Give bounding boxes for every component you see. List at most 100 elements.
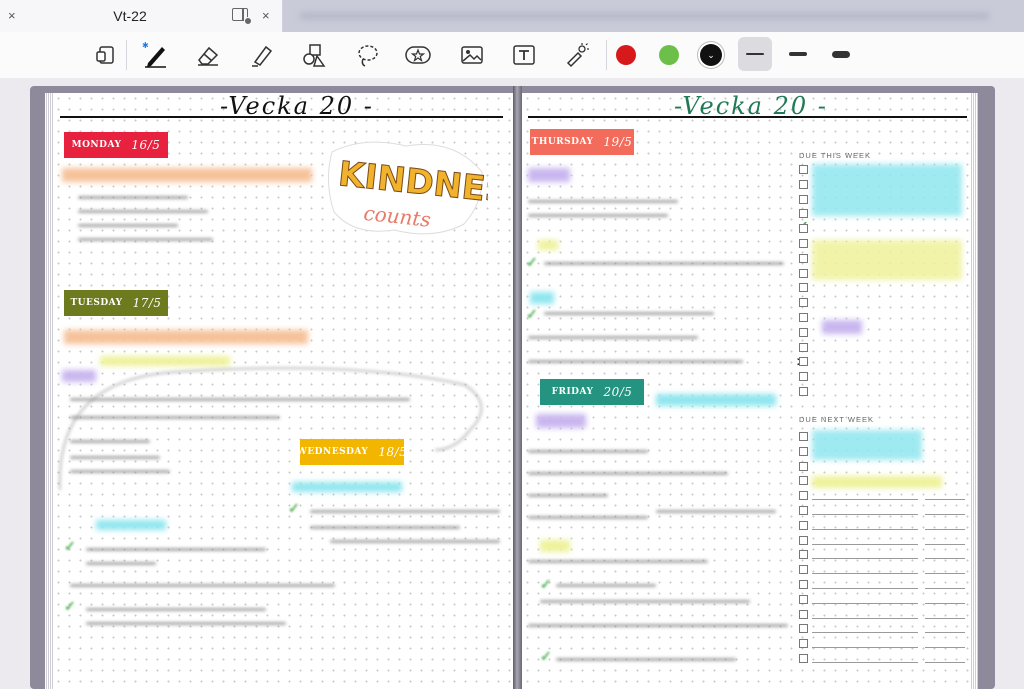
blurred-handwriting (78, 210, 208, 213)
blurred-handwriting (544, 262, 784, 265)
image-icon[interactable] (456, 39, 488, 71)
blurred-handwriting (528, 516, 648, 519)
heading-underline (60, 116, 503, 118)
blurred-highlight (812, 164, 962, 216)
blurred-handwriting (310, 510, 500, 513)
due-line (925, 573, 965, 574)
toolbar-divider (606, 40, 607, 70)
due-checkbox[interactable] (799, 165, 808, 174)
highlighter-icon[interactable] (246, 39, 278, 71)
pen-icon[interactable]: ✱ (140, 39, 172, 71)
due-this-week-title: DUE THIS WEEK (799, 151, 872, 160)
due-checkbox[interactable] (799, 491, 808, 500)
shapes-icon[interactable] (298, 39, 330, 71)
color-black-swatch-selected[interactable]: ⌄ (700, 44, 722, 66)
color-green-swatch[interactable] (659, 45, 679, 65)
check-mark-icon: ✓ (64, 538, 76, 554)
due-checkbox[interactable] (799, 283, 808, 292)
due-checkbox[interactable] (799, 506, 808, 515)
document-icon[interactable] (90, 39, 122, 71)
due-checkbox[interactable] (799, 550, 808, 559)
eraser-icon[interactable] (192, 39, 224, 71)
due-checkbox[interactable] (799, 476, 808, 485)
blurred-handwriting (556, 658, 736, 661)
text-icon[interactable] (508, 39, 540, 71)
due-line (812, 588, 918, 589)
day-label-tuesday: TUESDAY 17/5 (64, 290, 168, 316)
tab-close-icon[interactable]: × (262, 8, 270, 23)
due-checkbox[interactable] (799, 343, 808, 352)
due-checkbox[interactable] (799, 328, 808, 337)
due-checkbox[interactable] (799, 624, 808, 633)
blurred-highlight (536, 414, 586, 428)
lasso-icon[interactable] (352, 39, 384, 71)
due-checkbox[interactable] (799, 224, 808, 233)
laser-pointer-icon[interactable] (560, 39, 592, 71)
due-checkbox[interactable] (799, 209, 808, 218)
due-checkbox[interactable] (799, 521, 808, 530)
blurred-highlight (62, 168, 312, 182)
due-checkbox[interactable] (799, 313, 808, 322)
kindness-counts-sticker: KINDNESS counts (328, 141, 488, 235)
due-checkbox[interactable] (799, 595, 808, 604)
blurred-handwriting (86, 562, 156, 565)
day-label-wednesday: WEDNESDAY 18/5 (297, 439, 407, 465)
due-line (812, 544, 918, 545)
due-line (925, 514, 965, 515)
due-line (812, 647, 918, 648)
toolbar: ✱ ⌄ (0, 32, 1024, 79)
due-checkbox[interactable] (799, 269, 808, 278)
blurred-handwriting (70, 398, 410, 401)
blurred-highlight (64, 330, 308, 344)
split-view-icon[interactable] (232, 8, 252, 25)
sticker-icon[interactable] (402, 39, 434, 71)
due-line (925, 588, 965, 589)
due-line (925, 662, 965, 663)
blurred-handwriting (528, 360, 743, 363)
blurred-handwriting (70, 470, 170, 473)
due-checkbox[interactable] (799, 357, 808, 366)
stroke-thin-button[interactable] (738, 37, 772, 71)
due-checkbox[interactable] (799, 254, 808, 263)
due-checkbox[interactable] (799, 536, 808, 545)
due-line (925, 647, 965, 648)
due-line (925, 603, 965, 604)
color-red-swatch[interactable] (616, 45, 636, 65)
due-checkbox[interactable] (799, 195, 808, 204)
check-mark-icon: ✓ (526, 306, 538, 322)
stroke-medium-button[interactable] (781, 37, 815, 71)
day-label-monday: MONDAY 16/5 (64, 132, 168, 158)
due-checkbox[interactable] (799, 180, 808, 189)
blurred-handwriting (528, 494, 608, 497)
blurred-handwriting (656, 510, 776, 513)
blurred-handwriting (528, 624, 788, 627)
blurred-highlight (822, 320, 862, 334)
due-checkbox[interactable] (799, 654, 808, 663)
due-checkbox[interactable] (799, 580, 808, 589)
due-checkbox[interactable] (799, 565, 808, 574)
due-checkbox[interactable] (799, 372, 808, 381)
due-line (812, 603, 918, 604)
blurred-handwriting (86, 622, 286, 625)
tab-document[interactable]: × Vt-22 (0, 0, 283, 32)
due-checkbox[interactable] (799, 387, 808, 396)
due-checkbox[interactable] (799, 432, 808, 441)
blurred-highlight (538, 240, 558, 250)
blurred-handwriting (70, 456, 160, 459)
blurred-highlight (292, 482, 402, 492)
due-checkbox[interactable] (799, 447, 808, 456)
blurred-handwriting (78, 196, 188, 199)
page-stack-right (970, 93, 978, 689)
notebook-spine (513, 86, 522, 689)
tab-bar: × Vt-22 × (0, 0, 1024, 32)
due-checkbox[interactable] (799, 239, 808, 248)
due-line (925, 632, 965, 633)
blurred-handwriting (330, 540, 500, 543)
due-checkbox[interactable] (799, 639, 808, 648)
due-checkbox[interactable] (799, 462, 808, 471)
blurred-highlight (540, 540, 570, 552)
due-checkbox[interactable] (799, 298, 808, 307)
due-checkbox[interactable] (799, 610, 808, 619)
check-mark-icon: ✓ (526, 254, 538, 270)
stroke-thick-button[interactable] (824, 37, 858, 71)
